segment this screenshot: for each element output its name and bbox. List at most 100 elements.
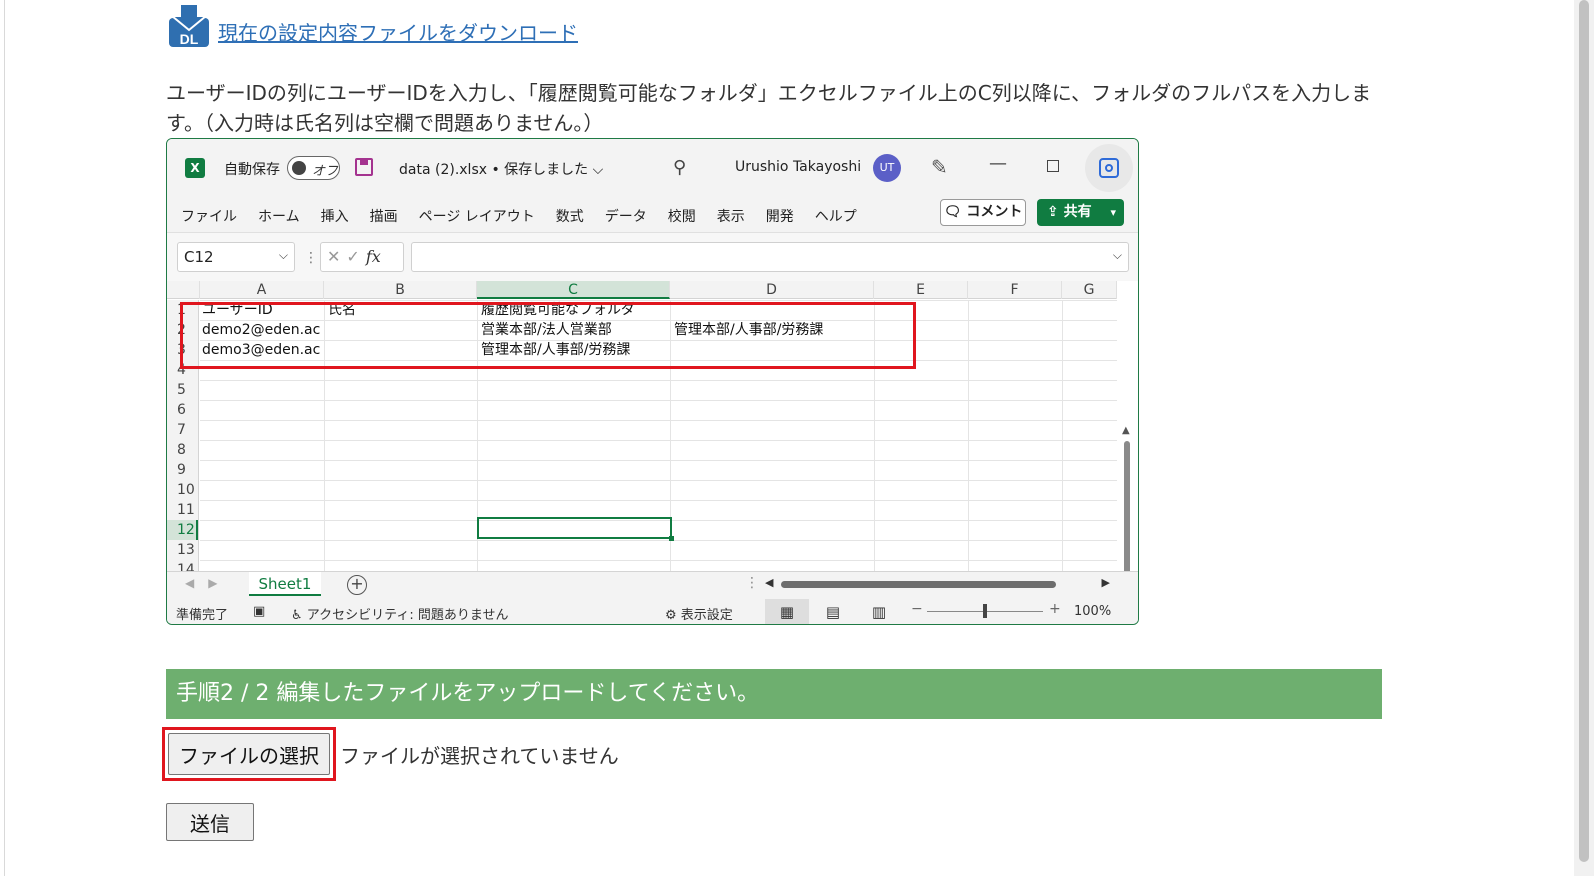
- file-name-text: data (2).xlsx • 保存しました: [399, 162, 589, 178]
- download-settings-link[interactable]: 現在の設定内容ファイルをダウンロード: [218, 17, 578, 46]
- column-header-e[interactable]: E: [874, 281, 968, 299]
- share-label: 共有: [1063, 204, 1092, 220]
- status-bar: 準備完了 ▣ ♿ アクセシビリティ: 問題ありません ⚙ 表示設定 ▦ ▤ ▥ …: [167, 599, 1138, 624]
- menu-file[interactable]: ファイル: [181, 206, 237, 226]
- menu-review[interactable]: 校閲: [668, 206, 696, 226]
- comment-icon: 🗨: [943, 204, 962, 220]
- zoom-out-icon[interactable]: −: [911, 601, 923, 617]
- sheet-tab[interactable]: Sheet1: [249, 572, 321, 596]
- submit-button[interactable]: 送信: [166, 803, 254, 841]
- share-icon: ⇪: [1047, 204, 1059, 220]
- column-header-d[interactable]: D: [670, 281, 874, 299]
- column-header-b[interactable]: B: [324, 281, 477, 299]
- ribbon-menu: ファイル ホーム 挿入 描画 ページ レイアウト 数式 データ 校閲 表示 開発…: [181, 206, 878, 226]
- column-header-g[interactable]: G: [1062, 281, 1117, 299]
- more-icon[interactable]: ⋮: [745, 575, 759, 591]
- download-icon[interactable]: DL: [168, 4, 210, 48]
- row-header-selected[interactable]: 12: [167, 520, 198, 540]
- selected-cell-c12[interactable]: [477, 517, 674, 541]
- accessibility-status[interactable]: ♿ アクセシビリティ: 問題ありません: [291, 604, 509, 623]
- user-name: Urushio Takayoshi: [735, 159, 862, 175]
- zoom-knob[interactable]: [983, 604, 987, 618]
- scroll-left-icon[interactable]: ◀: [765, 576, 773, 589]
- page-scrollbar-thumb[interactable]: [1579, 0, 1589, 862]
- scroll-right-icon[interactable]: ▶: [1102, 576, 1110, 589]
- scroll-up-icon[interactable]: ▲: [1122, 425, 1130, 436]
- share-button[interactable]: ⇪ 共有 ▾: [1037, 199, 1124, 226]
- select-all-corner[interactable]: [167, 281, 200, 299]
- menu-home[interactable]: ホーム: [258, 206, 300, 226]
- sheet-horizontal-scrollbar[interactable]: ◀ ▶: [765, 576, 1110, 591]
- row-header[interactable]: 5: [167, 380, 198, 400]
- page-layout-view-icon[interactable]: ▤: [811, 599, 855, 624]
- toggle-knob: [292, 161, 306, 175]
- autosave-toggle[interactable]: オフ: [287, 156, 340, 180]
- menu-developer[interactable]: 開発: [766, 206, 794, 226]
- minimize-icon[interactable]: —: [989, 153, 1007, 174]
- comment-button[interactable]: 🗨 コメント: [940, 199, 1026, 226]
- excel-titlebar: X 自動保存 オフ data (2).xlsx • 保存しました ⌵ ⚲ Uru…: [167, 139, 1138, 197]
- status-ready: 準備完了: [176, 608, 229, 623]
- row-header[interactable]: 11: [167, 500, 198, 520]
- instruction-text: ユーザーIDの列にユーザーIDを入力し、「履歴閲覧可能なフォルダ」エクセルファイ…: [166, 81, 1372, 135]
- row-header[interactable]: 7: [167, 420, 198, 440]
- zoom-level[interactable]: 100%: [1074, 604, 1111, 619]
- name-box-value: C12: [184, 248, 214, 266]
- save-icon[interactable]: [355, 158, 373, 176]
- highlight-box-file-button: ファイルの選択: [162, 727, 336, 781]
- add-sheet-icon[interactable]: +: [347, 575, 367, 595]
- page-scrollbar[interactable]: [1574, 0, 1594, 876]
- choose-file-button[interactable]: ファイルの選択: [168, 733, 330, 775]
- formula-input[interactable]: ⌵: [411, 242, 1129, 272]
- more-icon: ⋮: [304, 250, 318, 266]
- chevron-down-icon[interactable]: ▾: [1110, 199, 1116, 226]
- horizontal-scroll-thumb[interactable]: [781, 581, 1056, 588]
- menu-help[interactable]: ヘルプ: [815, 206, 857, 226]
- menu-insert[interactable]: 挿入: [321, 206, 349, 226]
- menu-data[interactable]: データ: [605, 206, 647, 226]
- name-box[interactable]: C12 ⌵: [177, 242, 295, 272]
- row-header[interactable]: 8: [167, 440, 198, 460]
- screen-capture-icon[interactable]: [1085, 144, 1133, 192]
- column-header-c[interactable]: C: [477, 281, 670, 299]
- sheet-nav-arrows[interactable]: ◀▶: [185, 576, 231, 590]
- download-icon-label: DL: [180, 31, 199, 47]
- column-header-f[interactable]: F: [968, 281, 1062, 299]
- page-break-view-icon[interactable]: ▥: [857, 599, 901, 624]
- row-header[interactable]: 10: [167, 480, 198, 500]
- file-input-row: ファイルの選択 ファイルが選択されていません: [162, 727, 619, 781]
- file-name[interactable]: data (2).xlsx • 保存しました ⌵: [399, 159, 603, 179]
- display-settings[interactable]: ⚙ 表示設定: [665, 604, 733, 623]
- chevron-down-icon: ⌵: [278, 248, 288, 262]
- highlight-box-data-range: [180, 302, 916, 369]
- column-headers: A B C D E F G: [167, 281, 1117, 299]
- chevron-down-icon[interactable]: ⌵: [1113, 248, 1122, 263]
- row-header[interactable]: 6: [167, 400, 198, 420]
- check-icon[interactable]: ✓: [346, 247, 365, 266]
- excel-ribbon: ファイル ホーム 挿入 描画 ページ レイアウト 数式 データ 校閲 表示 開発…: [167, 197, 1138, 233]
- column-header-a[interactable]: A: [200, 281, 324, 299]
- row-header[interactable]: 13: [167, 540, 198, 560]
- menu-page-layout[interactable]: ページ レイアウト: [419, 206, 535, 226]
- view-buttons: ▦ ▤ ▥: [765, 599, 897, 624]
- insert-function-icon[interactable]: fx: [366, 247, 381, 266]
- formula-bar: C12 ⌵ ⋮ ✕✓fx ⌵: [167, 233, 1138, 281]
- chevron-left-icon[interactable]: ◀: [185, 576, 208, 590]
- search-icon[interactable]: ⚲: [673, 157, 686, 178]
- chevron-right-icon[interactable]: ▶: [208, 576, 231, 590]
- toggle-label: オフ: [312, 164, 339, 179]
- zoom-in-icon[interactable]: +: [1049, 601, 1061, 617]
- file-status-text: ファイルが選択されていません: [340, 743, 619, 768]
- menu-formulas[interactable]: 数式: [556, 206, 584, 226]
- pen-icon[interactable]: ✎: [931, 155, 948, 179]
- row-header[interactable]: 9: [167, 460, 198, 480]
- normal-view-icon[interactable]: ▦: [765, 599, 809, 624]
- menu-view[interactable]: 表示: [717, 206, 745, 226]
- zoom-slider[interactable]: − +: [911, 601, 1061, 621]
- menu-draw[interactable]: 描画: [370, 206, 398, 226]
- user-avatar[interactable]: UT: [873, 154, 901, 182]
- cancel-icon[interactable]: ✕: [327, 247, 346, 266]
- download-row: DL 現在の設定内容ファイルをダウンロード: [168, 0, 578, 48]
- maximize-icon[interactable]: [1047, 160, 1059, 172]
- macro-icon[interactable]: ▣: [253, 604, 265, 619]
